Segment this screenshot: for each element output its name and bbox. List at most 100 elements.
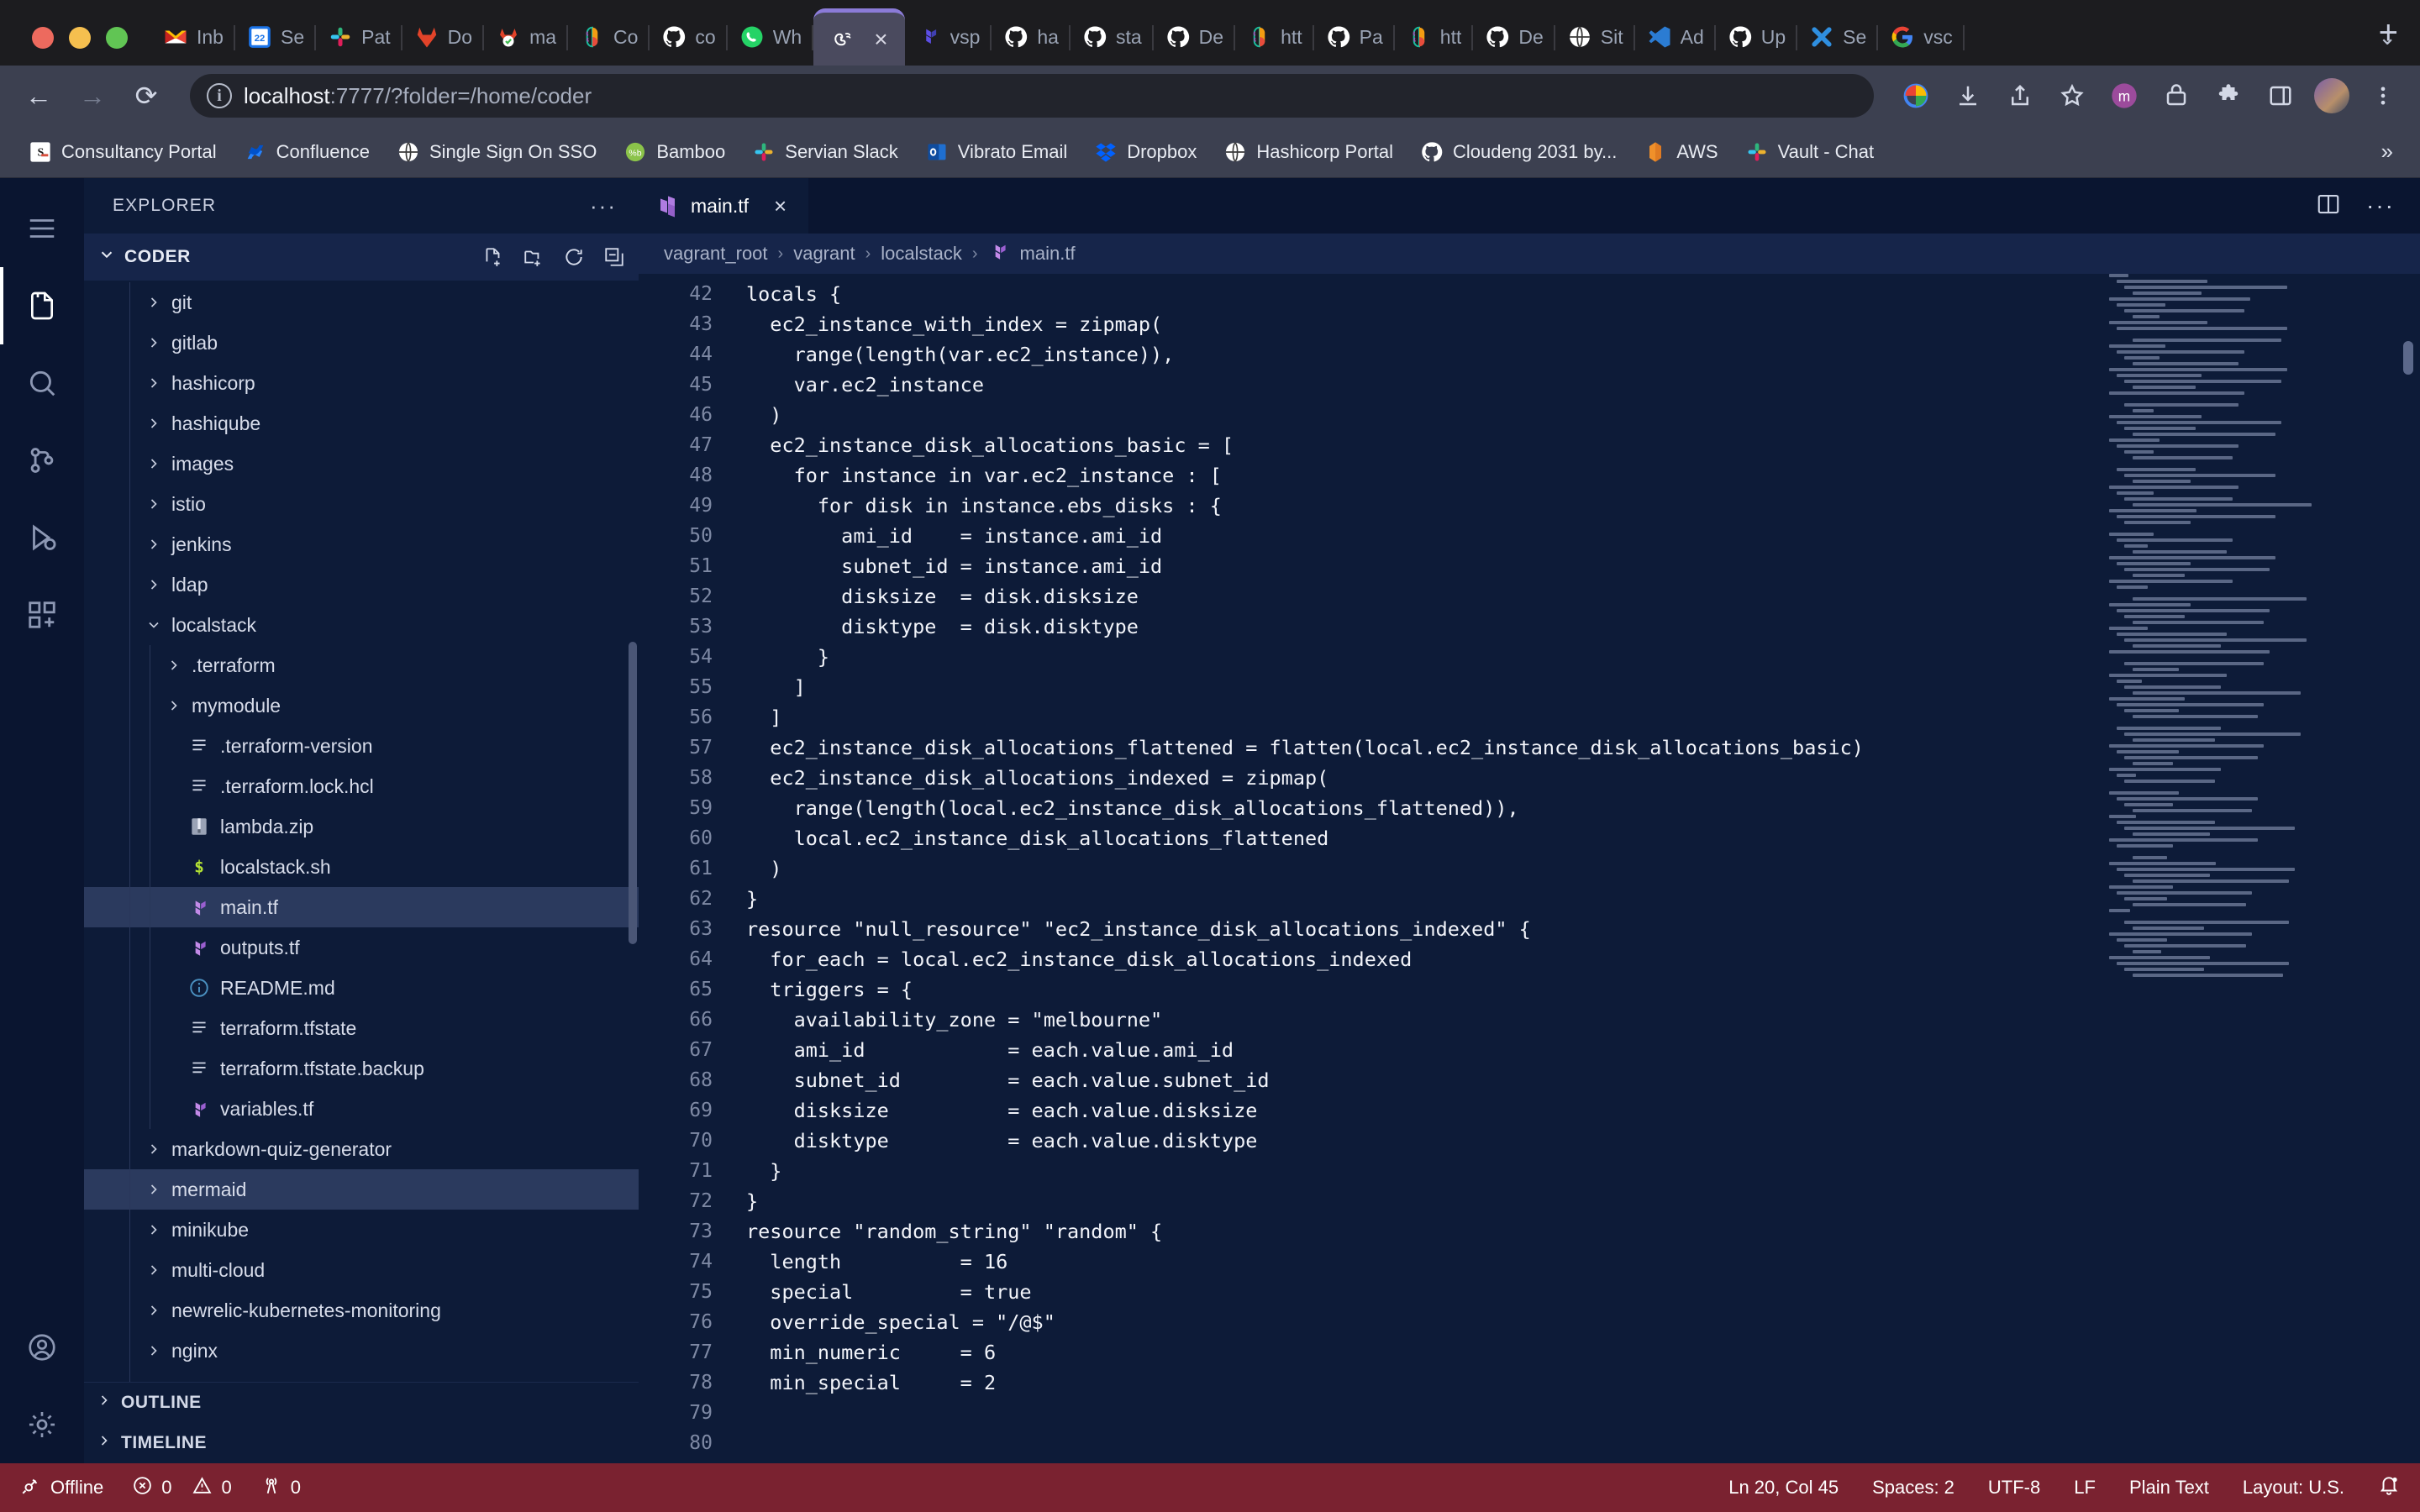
browser-tab-5[interactable]: Co [568, 8, 650, 66]
bookmark-item[interactable]: Vault - Chat [1735, 135, 1885, 169]
run-debug-icon[interactable] [0, 499, 84, 576]
chevron-right-icon[interactable] [143, 1302, 165, 1319]
status-eol[interactable]: LF [2074, 1477, 2096, 1499]
search-icon[interactable] [0, 344, 84, 422]
tree-folder-row[interactable]: mymodule [84, 685, 639, 726]
chevron-right-icon[interactable] [143, 536, 165, 553]
browser-tab-14[interactable]: Pa [1314, 8, 1395, 66]
status-language-mode[interactable]: Plain Text [2129, 1477, 2209, 1499]
chevron-right-icon[interactable] [143, 496, 165, 512]
explorer-more-actions-icon[interactable]: ··· [590, 193, 617, 219]
chevron-right-icon[interactable] [143, 1141, 165, 1158]
tab-search-chevron-down-icon[interactable]: ⌄ [2378, 24, 2396, 50]
editor-more-actions-icon[interactable]: ··· [2366, 192, 2395, 219]
browser-tab-0[interactable]: Inb [151, 8, 235, 66]
breadcrumb-segment[interactable]: vagrant [793, 243, 855, 265]
minimap[interactable] [2109, 274, 2302, 1463]
source-control-icon[interactable] [0, 422, 84, 499]
breadcrumb-segment[interactable]: main.tf [1020, 243, 1076, 265]
tree-folder-row[interactable]: multi-cloud [84, 1250, 639, 1290]
menu-hamburger-icon[interactable] [0, 190, 84, 267]
explorer-icon[interactable] [0, 267, 84, 344]
tree-file-row[interactable]: outputs.tf [84, 927, 639, 968]
chevron-right-icon[interactable] [143, 1262, 165, 1278]
close-tab-icon[interactable]: × [774, 193, 786, 219]
tree-folder-row[interactable]: git [84, 282, 639, 323]
reload-button[interactable]: ⟳ [126, 76, 166, 116]
tree-folder-row[interactable]: mermaid [84, 1169, 639, 1210]
workspace-folder-header[interactable]: CODER [84, 234, 639, 281]
split-editor-icon[interactable] [2316, 192, 2341, 221]
tree-file-row[interactable]: variables.tf [84, 1089, 639, 1129]
browser-tab-16[interactable]: De [1473, 8, 1555, 66]
tree-file-row[interactable]: terraform.tfstate [84, 1008, 639, 1048]
tree-file-row[interactable]: .terraform.lock.hcl [84, 766, 639, 806]
extension-m-icon[interactable]: m [2106, 77, 2143, 114]
new-file-icon[interactable] [482, 246, 504, 268]
browser-tab-12[interactable]: De [1154, 8, 1235, 66]
breadcrumb-segment[interactable]: localstack [881, 243, 962, 265]
tree-file-row[interactable]: main.tf [84, 887, 639, 927]
browser-tab-15[interactable]: htt [1395, 8, 1474, 66]
tree-folder-row[interactable]: minikube [84, 1210, 639, 1250]
tree-folder-row[interactable]: .terraform [84, 645, 639, 685]
tree-folder-row[interactable]: newrelic-kubernetes-monitoring [84, 1290, 639, 1331]
tree-folder-row[interactable]: jenkins [84, 524, 639, 564]
tree-folder-row[interactable]: hashicorp [84, 363, 639, 403]
extensions-icon[interactable] [0, 576, 84, 654]
notifications-bell-icon[interactable] [2378, 1474, 2400, 1501]
browser-tab-7[interactable]: Wh [728, 8, 814, 66]
bookmark-item[interactable]: Cloudeng 2031 by... [1410, 135, 1627, 169]
chevron-right-icon[interactable] [143, 576, 165, 593]
tree-file-row[interactable]: .terraform-version [84, 726, 639, 766]
close-tab-icon[interactable]: × [874, 26, 887, 53]
tree-folder-row[interactable]: istio [84, 484, 639, 524]
share-icon[interactable] [2002, 77, 2039, 114]
chrome-menu-icon[interactable] [2365, 77, 2402, 114]
tree-folder-row[interactable]: images [84, 444, 639, 484]
settings-gear-icon[interactable] [0, 1386, 84, 1463]
file-tree[interactable]: gitgitlabhashicorphashiqubeimagesistioje… [84, 281, 639, 1382]
address-bar[interactable]: i localhost:7777/?folder=/home/coder [190, 74, 1874, 118]
browser-tab-13[interactable]: htt [1235, 8, 1314, 66]
chevron-right-icon[interactable] [143, 455, 165, 472]
browser-tab-20[interactable]: Se [1797, 8, 1878, 66]
download-icon[interactable] [1949, 77, 1986, 114]
tree-file-row[interactable]: $localstack.sh [84, 847, 639, 887]
chevron-right-icon[interactable] [143, 1221, 165, 1238]
breadcrumb[interactable]: vagrant_root›vagrant›localstack›main.tf [639, 234, 2420, 274]
browser-tab-9[interactable]: vsp [905, 8, 992, 66]
extensions-puzzle-icon[interactable] [2210, 77, 2247, 114]
browser-tab-11[interactable]: sta [1071, 8, 1154, 66]
tree-folder-row[interactable]: nginx [84, 1331, 639, 1371]
bookmark-item[interactable]: Confluence [234, 135, 380, 169]
bookmarks-overflow-icon[interactable]: » [2381, 139, 2402, 165]
browser-tab-1[interactable]: 22Se [235, 8, 316, 66]
sidebar-scrollbar[interactable] [629, 642, 637, 944]
tree-file-row[interactable]: README.md [84, 968, 639, 1008]
sidebar-section-outline[interactable]: OUTLINE [84, 1383, 639, 1423]
chevron-down-icon[interactable] [143, 617, 165, 633]
status-keyboard-layout[interactable]: Layout: U.S. [2243, 1477, 2344, 1499]
bookmark-item[interactable]: Dropbox [1084, 135, 1207, 169]
tree-folder-row[interactable]: localstack [84, 605, 639, 645]
chevron-right-icon[interactable] [163, 657, 185, 674]
browser-tab-2[interactable]: Pat [316, 8, 402, 66]
browser-tab-17[interactable]: Sit [1555, 8, 1635, 66]
chevron-right-icon[interactable] [163, 697, 185, 714]
chevron-right-icon[interactable] [143, 1342, 165, 1359]
tree-folder-row[interactable]: pktvisor [84, 1371, 639, 1382]
bookmark-item[interactable]: %bBamboo [613, 135, 735, 169]
new-folder-icon[interactable] [523, 246, 544, 268]
chevron-right-icon[interactable] [143, 294, 165, 311]
bookmark-star-icon[interactable] [2054, 77, 2091, 114]
google-lens-icon[interactable] [1897, 77, 1934, 114]
status-errors[interactable]: 0 0 [132, 1475, 232, 1501]
editor-scrollbar[interactable] [2403, 341, 2413, 375]
browser-tab-4[interactable]: ma [484, 8, 568, 66]
chevron-right-icon[interactable] [143, 334, 165, 351]
bookmark-item[interactable]: Vibrato Email [915, 135, 1077, 169]
accounts-icon[interactable] [0, 1309, 84, 1386]
browser-tab-21[interactable]: vsc [1878, 8, 1965, 66]
bookmark-item[interactable]: Servian Slack [742, 135, 908, 169]
